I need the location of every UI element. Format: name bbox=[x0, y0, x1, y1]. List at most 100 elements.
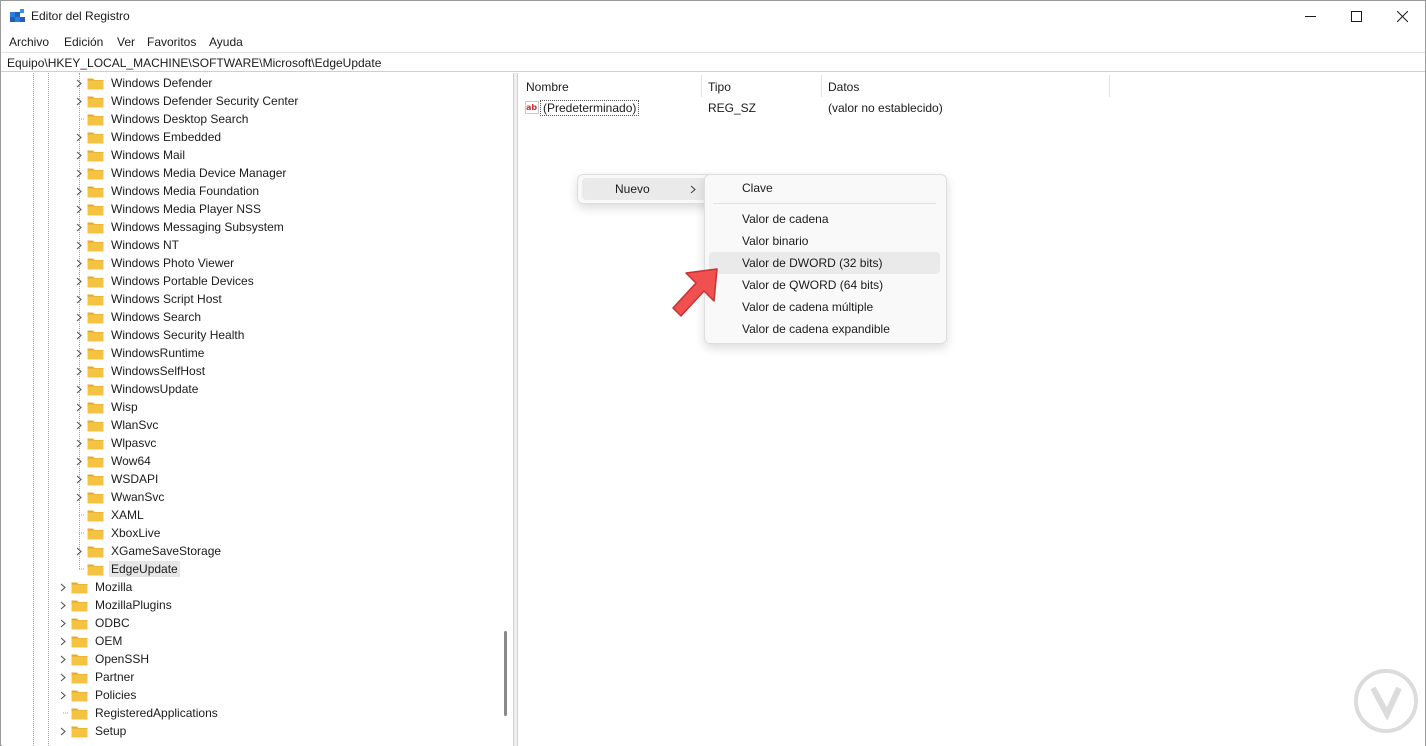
menu-ayuda[interactable]: Ayuda bbox=[209, 35, 243, 49]
tree-item[interactable]: Windows Media Foundation bbox=[74, 182, 261, 200]
tree-item[interactable]: Windows NT bbox=[74, 236, 181, 254]
chevron-right-icon[interactable] bbox=[58, 686, 68, 704]
tree-item[interactable]: Windows Messaging Subsystem bbox=[74, 218, 286, 236]
chevron-right-icon[interactable] bbox=[58, 614, 68, 632]
tree-item[interactable]: Windows Defender Security Center bbox=[74, 92, 300, 110]
column-separator[interactable] bbox=[1109, 75, 1110, 97]
submenu-item-valor-qword[interactable]: Valor de QWORD (64 bits) bbox=[709, 274, 940, 296]
chevron-right-icon[interactable] bbox=[74, 218, 84, 236]
chevron-right-icon[interactable] bbox=[74, 254, 84, 272]
tree-item[interactable]: WindowsSelfHost bbox=[74, 362, 207, 380]
tree-item[interactable]: XboxLive bbox=[74, 524, 162, 542]
column-header-datos[interactable]: Datos bbox=[820, 73, 1110, 99]
chevron-right-icon[interactable] bbox=[74, 290, 84, 308]
tree-item[interactable]: Windows Portable Devices bbox=[74, 272, 256, 290]
tree-item[interactable]: Policies bbox=[58, 686, 138, 704]
chevron-right-icon[interactable] bbox=[58, 650, 68, 668]
tree-item[interactable]: WindowsUpdate bbox=[74, 380, 200, 398]
tree-scrollbar-thumb[interactable] bbox=[504, 631, 507, 716]
submenu-item-clave[interactable]: Clave bbox=[709, 177, 940, 199]
submenu-item-valor-dword[interactable]: Valor de DWORD (32 bits) bbox=[709, 252, 940, 274]
chevron-right-icon[interactable] bbox=[74, 92, 84, 110]
tree-item[interactable]: OEM bbox=[58, 632, 124, 650]
chevron-right-icon[interactable] bbox=[74, 488, 84, 506]
value-row[interactable]: ab (Predeterminado) REG_SZ (valor no est… bbox=[518, 99, 1425, 117]
tree-item[interactable]: Windows Script Host bbox=[74, 290, 224, 308]
chevron-right-icon[interactable] bbox=[74, 434, 84, 452]
chevron-right-icon[interactable] bbox=[58, 632, 68, 650]
tree-item[interactable]: Windows Security Health bbox=[74, 326, 246, 344]
tree-item[interactable]: Setup bbox=[58, 722, 128, 740]
chevron-right-icon[interactable] bbox=[74, 470, 84, 488]
tree-item[interactable]: Windows Embedded bbox=[74, 128, 223, 146]
menu-archivo[interactable]: Archivo bbox=[9, 35, 49, 49]
submenu-item-valor-cadena-expandible[interactable]: Valor de cadena expandible bbox=[709, 318, 940, 340]
tree-item[interactable]: XGameSaveStorage bbox=[74, 542, 223, 560]
menu-ver[interactable]: Ver bbox=[117, 35, 135, 49]
tree-item[interactable]: Mozilla bbox=[58, 578, 134, 596]
tree-item[interactable]: WSDAPI bbox=[74, 470, 160, 488]
tree-item[interactable]: WlanSvc bbox=[74, 416, 160, 434]
tree-item[interactable]: Windows Media Device Manager bbox=[74, 164, 288, 182]
tree-item[interactable]: WwanSvc bbox=[74, 488, 166, 506]
tree-item[interactable]: MozillaPlugins bbox=[58, 596, 174, 614]
tree-pane[interactable]: Windows Defender Windows Defender Securit… bbox=[2, 73, 513, 746]
tree-item[interactable]: RegisteredApplications bbox=[58, 704, 220, 722]
tree-item-label: WlanSvc bbox=[111, 418, 159, 432]
submenu-item-valor-cadena-multiple[interactable]: Valor de cadena múltiple bbox=[709, 296, 940, 318]
chevron-right-icon[interactable] bbox=[74, 146, 84, 164]
close-button[interactable] bbox=[1379, 1, 1425, 32]
chevron-right-icon[interactable] bbox=[74, 362, 84, 380]
tree-item[interactable]: EdgeUpdate bbox=[74, 560, 180, 578]
chevron-right-icon[interactable] bbox=[74, 326, 84, 344]
chevron-right-icon[interactable] bbox=[74, 164, 84, 182]
submenu-item-valor-binario[interactable]: Valor binario bbox=[709, 230, 940, 252]
chevron-right-icon[interactable] bbox=[74, 380, 84, 398]
tree-item[interactable]: Wisp bbox=[74, 398, 140, 416]
chevron-right-icon[interactable] bbox=[74, 74, 84, 92]
chevron-right-icon[interactable] bbox=[74, 344, 84, 362]
chevron-right-icon[interactable] bbox=[74, 542, 84, 560]
tree-item[interactable]: Windows Mail bbox=[74, 146, 187, 164]
address-bar[interactable]: Equipo\HKEY_LOCAL_MACHINE\SOFTWARE\Micro… bbox=[1, 52, 1425, 72]
minimize-button[interactable] bbox=[1287, 1, 1333, 32]
tree-item[interactable]: Partner bbox=[58, 668, 136, 686]
tree-item[interactable]: WindowsRuntime bbox=[74, 344, 206, 362]
chevron-right-icon[interactable] bbox=[74, 200, 84, 218]
chevron-right-icon[interactable] bbox=[58, 722, 68, 740]
chevron-right-icon[interactable] bbox=[74, 416, 84, 434]
chevron-right-icon[interactable] bbox=[58, 578, 68, 596]
tree-item[interactable]: OpenSSH bbox=[58, 650, 151, 668]
menu-edicion[interactable]: Edición bbox=[64, 35, 103, 49]
chevron-right-icon[interactable] bbox=[74, 272, 84, 290]
chevron-right-icon[interactable] bbox=[74, 452, 84, 470]
menu-item-nuevo[interactable]: Nuevo bbox=[582, 178, 706, 200]
column-header-tipo[interactable]: Tipo bbox=[700, 73, 820, 99]
tree-scrollbar[interactable] bbox=[500, 73, 513, 746]
title-bar[interactable]: Editor del Registro bbox=[1, 1, 1425, 32]
tree-item[interactable]: Windows Defender bbox=[74, 74, 214, 92]
value-name[interactable]: (Predeterminado) bbox=[540, 100, 640, 116]
chevron-right-icon[interactable] bbox=[74, 398, 84, 416]
tree-item[interactable]: Wlpasvc bbox=[74, 434, 158, 452]
submenu-item-valor-cadena[interactable]: Valor de cadena bbox=[709, 208, 940, 230]
address-path[interactable]: Equipo\HKEY_LOCAL_MACHINE\SOFTWARE\Micro… bbox=[7, 56, 381, 70]
maximize-button[interactable] bbox=[1333, 1, 1379, 32]
tree-item-label: Windows Security Health bbox=[111, 328, 245, 342]
chevron-right-icon[interactable] bbox=[58, 596, 68, 614]
chevron-right-icon[interactable] bbox=[58, 668, 68, 686]
column-header-nombre[interactable]: Nombre bbox=[518, 73, 701, 99]
tree-item[interactable]: ODBC bbox=[58, 614, 132, 632]
folder-icon bbox=[71, 617, 88, 630]
tree-item[interactable]: Windows Media Player NSS bbox=[74, 200, 263, 218]
tree-item[interactable]: Wow64 bbox=[74, 452, 153, 470]
menu-favoritos[interactable]: Favoritos bbox=[147, 35, 196, 49]
tree-item[interactable]: Windows Photo Viewer bbox=[74, 254, 236, 272]
tree-item[interactable]: Windows Desktop Search bbox=[74, 110, 250, 128]
tree-item[interactable]: Windows Search bbox=[74, 308, 203, 326]
chevron-right-icon[interactable] bbox=[74, 182, 84, 200]
chevron-right-icon[interactable] bbox=[74, 236, 84, 254]
chevron-right-icon[interactable] bbox=[74, 308, 84, 326]
tree-item[interactable]: XAML bbox=[74, 506, 146, 524]
chevron-right-icon[interactable] bbox=[74, 128, 84, 146]
